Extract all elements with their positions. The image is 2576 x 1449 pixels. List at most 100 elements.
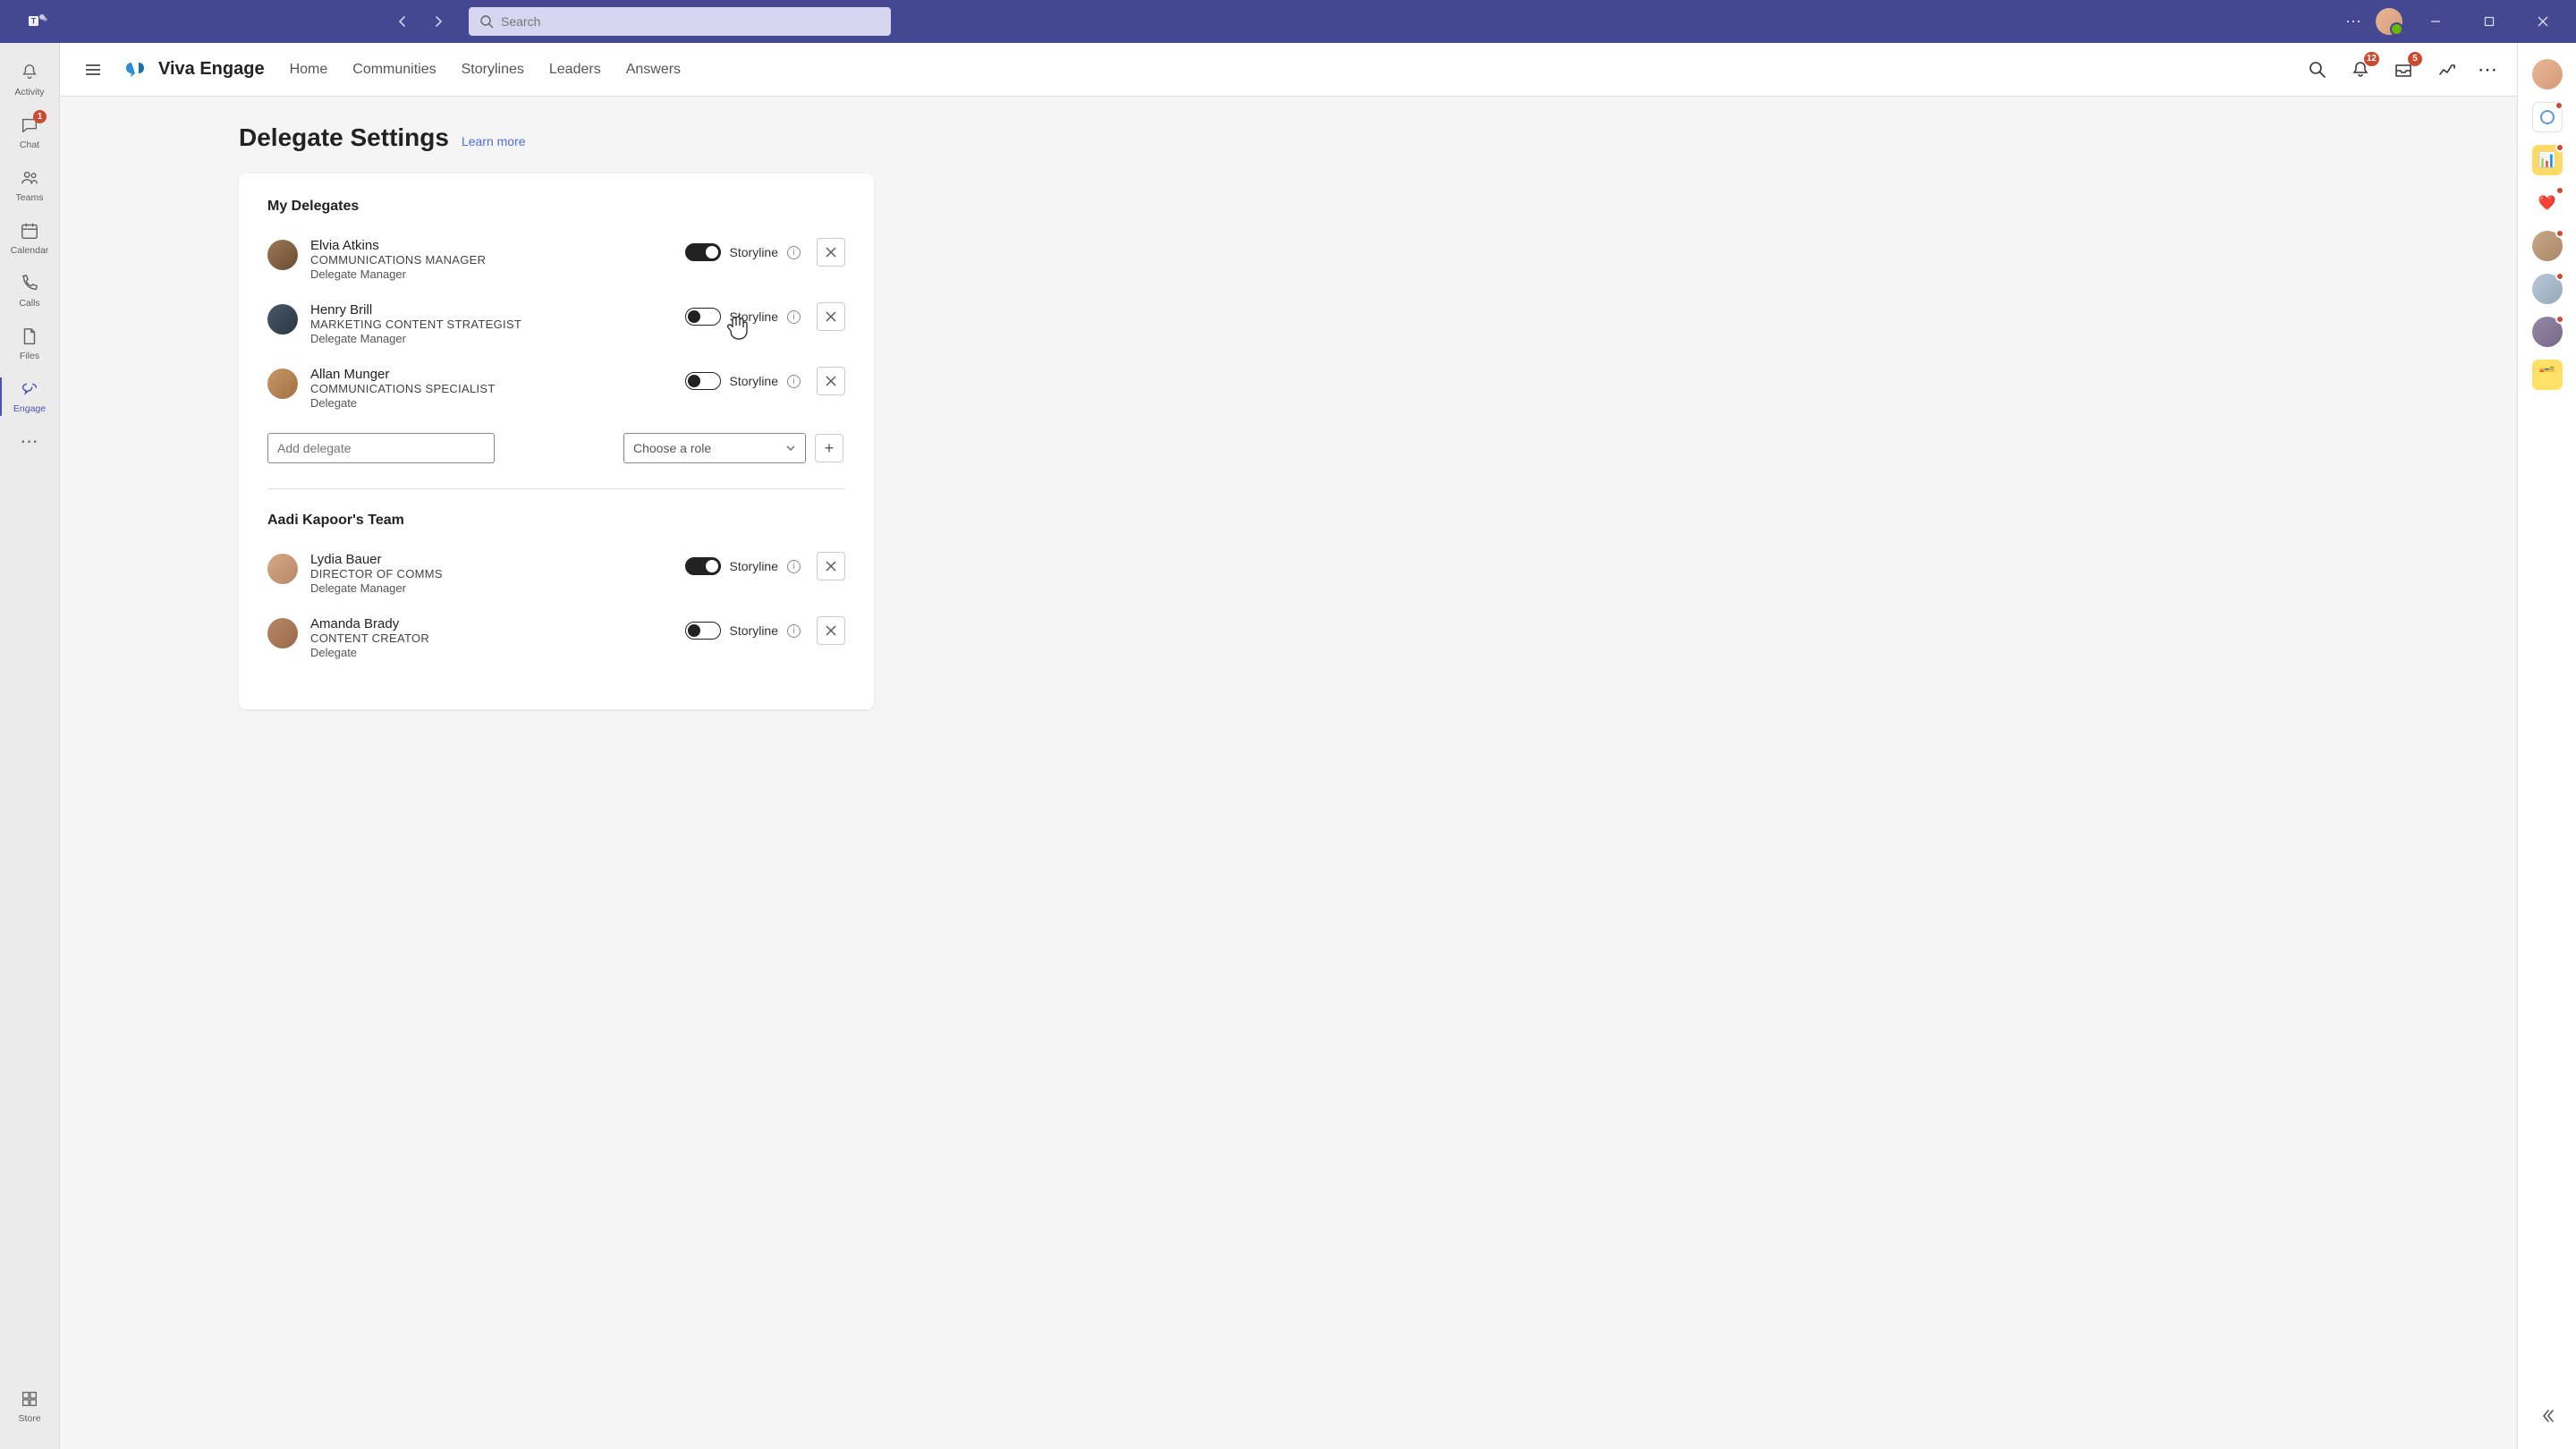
- rail-chat[interactable]: 1 Chat: [0, 106, 59, 159]
- minimize-button[interactable]: [2415, 1, 2456, 42]
- delegate-row: Allan Munger COMMUNICATIONS SPECIALIST D…: [267, 360, 845, 424]
- contact-avatar[interactable]: [2532, 59, 2563, 89]
- analytics-button[interactable]: [2435, 58, 2458, 81]
- rail-more-button[interactable]: ⋯: [21, 430, 39, 453]
- collapse-rail-button[interactable]: [2539, 1408, 2555, 1424]
- contact-avatar[interactable]: [2532, 274, 2563, 304]
- info-icon[interactable]: i: [787, 560, 801, 573]
- remove-delegate-button[interactable]: [817, 367, 845, 395]
- account-avatar[interactable]: [2376, 8, 2402, 35]
- avatar: [267, 554, 298, 584]
- engage-icon: [18, 377, 41, 401]
- title-more-button[interactable]: ⋯: [2345, 13, 2363, 31]
- viva-engage-logo-icon: [123, 57, 148, 82]
- person-job-title: COMMUNICATIONS SPECIALIST: [310, 382, 685, 395]
- main-content: Delegate Settings Learn more My Delegate…: [60, 97, 2517, 1449]
- storyline-toggle[interactable]: [685, 308, 721, 326]
- rail-label: Teams: [16, 192, 44, 203]
- delegate-row: Henry Brill MARKETING CONTENT STRATEGIST…: [267, 295, 845, 360]
- avatar: [267, 618, 298, 648]
- app-chart[interactable]: 📊: [2532, 145, 2563, 175]
- app-rail: Activity 1 Chat Teams Calendar Calls Fil…: [0, 43, 60, 1449]
- person-name: Allan Munger: [310, 367, 685, 382]
- back-button[interactable]: [392, 11, 413, 32]
- header-more-button[interactable]: ⋯: [2478, 58, 2499, 81]
- person-delegate-role: Delegate: [310, 646, 685, 659]
- nav-communities[interactable]: Communities: [352, 62, 436, 78]
- delegate-row: Lydia Bauer DIRECTOR OF COMMS Delegate M…: [267, 545, 845, 609]
- choose-role-select[interactable]: Choose a role: [623, 433, 806, 463]
- search-input[interactable]: [501, 14, 880, 29]
- inbox-button[interactable]: 5: [2392, 58, 2415, 81]
- info-icon[interactable]: i: [787, 246, 801, 259]
- nav-home[interactable]: Home: [290, 62, 328, 78]
- person-name: Lydia Bauer: [310, 552, 685, 567]
- calendar-icon: [18, 219, 41, 242]
- rail-engage[interactable]: Engage: [0, 370, 59, 423]
- rail-store[interactable]: Store: [0, 1380, 59, 1433]
- remove-delegate-button[interactable]: [817, 238, 845, 267]
- person-delegate-role: Delegate Manager: [310, 267, 685, 281]
- chat-icon: 1: [18, 114, 41, 137]
- delegate-row: Amanda Brady CONTENT CREATOR Delegate St…: [267, 609, 845, 674]
- close-window-button[interactable]: [2522, 1, 2563, 42]
- contact-avatar[interactable]: [2532, 317, 2563, 347]
- rail-label: Activity: [14, 87, 44, 97]
- rail-label: Store: [18, 1413, 40, 1424]
- person-job-title: MARKETING CONTENT STRATEGIST: [310, 318, 685, 331]
- storyline-toggle[interactable]: [685, 557, 721, 575]
- person-delegate-role: Delegate Manager: [310, 581, 685, 595]
- person-job-title: CONTENT CREATOR: [310, 631, 685, 645]
- search-icon: [479, 14, 494, 29]
- menu-button[interactable]: [83, 60, 103, 80]
- rail-files[interactable]: Files: [0, 318, 59, 370]
- file-icon: [18, 325, 41, 348]
- right-rail: 📊 ❤️ 🗂️: [2517, 43, 2576, 1449]
- add-delegate-button[interactable]: +: [815, 434, 843, 462]
- info-icon[interactable]: i: [787, 624, 801, 638]
- store-icon: [18, 1387, 41, 1411]
- maximize-button[interactable]: [2469, 1, 2510, 42]
- remove-delegate-button[interactable]: [817, 616, 845, 645]
- storyline-toggle[interactable]: [685, 372, 721, 390]
- nav-storylines[interactable]: Storylines: [462, 62, 524, 78]
- rail-label: Calendar: [11, 245, 49, 256]
- remove-delegate-button[interactable]: [817, 552, 845, 580]
- person-job-title: COMMUNICATIONS MANAGER: [310, 253, 685, 267]
- storyline-toggle[interactable]: [685, 243, 721, 261]
- page-title: Delegate Settings: [239, 123, 449, 152]
- section-team: Aadi Kapoor's Team: [267, 513, 845, 529]
- app-header: Viva Engage Home Communities Storylines …: [60, 43, 2517, 97]
- person-name: Henry Brill: [310, 302, 685, 318]
- person-delegate-role: Delegate Manager: [310, 332, 685, 345]
- contact-avatar[interactable]: [2532, 231, 2563, 261]
- notifications-button[interactable]: 12: [2349, 58, 2372, 81]
- app-tile[interactable]: 🗂️: [2532, 360, 2563, 390]
- forward-button[interactable]: [428, 11, 449, 32]
- header-search-button[interactable]: [2306, 58, 2329, 81]
- divider: [267, 488, 845, 489]
- delegate-row: Elvia Atkins COMMUNICATIONS MANAGER Dele…: [267, 231, 845, 295]
- people-icon: [18, 166, 41, 190]
- search-box[interactable]: [469, 7, 891, 36]
- learn-more-link[interactable]: Learn more: [462, 134, 526, 148]
- person-name: Elvia Atkins: [310, 238, 685, 253]
- section-my-delegates: My Delegates: [267, 199, 845, 215]
- rail-calls[interactable]: Calls: [0, 265, 59, 318]
- rail-label: Chat: [20, 140, 39, 150]
- app-copilot[interactable]: [2532, 102, 2563, 132]
- storyline-toggle[interactable]: [685, 622, 721, 640]
- remove-delegate-button[interactable]: [817, 302, 845, 331]
- add-delegate-input[interactable]: [267, 433, 495, 463]
- rail-calendar[interactable]: Calendar: [0, 212, 59, 265]
- nav-answers[interactable]: Answers: [626, 62, 681, 78]
- rail-teams[interactable]: Teams: [0, 159, 59, 212]
- info-icon[interactable]: i: [787, 310, 801, 324]
- person-name: Amanda Brady: [310, 616, 685, 631]
- history-nav: [392, 11, 449, 32]
- rail-activity[interactable]: Activity: [0, 54, 59, 106]
- info-icon[interactable]: i: [787, 375, 801, 388]
- nav-leaders[interactable]: Leaders: [549, 62, 601, 78]
- title-bar: T ⋯: [0, 0, 2576, 43]
- app-favorite[interactable]: ❤️: [2532, 188, 2563, 218]
